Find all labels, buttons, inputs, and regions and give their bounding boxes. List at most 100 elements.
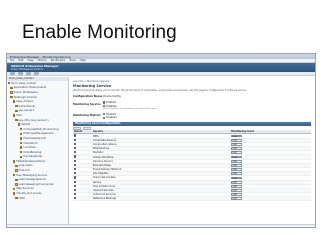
monitoring-level-select[interactable]: Low [231, 197, 243, 201]
row-checkbox[interactable] [74, 142, 77, 146]
monitoring-metrics-label: Monitoring Metrics [73, 114, 101, 118]
monitoring-level-select[interactable]: Low [231, 138, 243, 142]
monitoring-disabled-radio[interactable] [103, 105, 106, 108]
monitoring-level-panel-title: Monitoring Level Configuration [73, 122, 311, 127]
sidebar-item-label: PurchaseOrder [23, 155, 43, 159]
home-button[interactable] [34, 72, 39, 75]
app-subtitle: Fusion Middleware Control [11, 68, 43, 71]
folder-icon [20, 137, 23, 140]
refresh-button[interactable] [26, 72, 31, 75]
metrics-enabled-radio[interactable] [103, 113, 106, 116]
menu-file[interactable]: File [10, 59, 14, 62]
folder-icon [15, 105, 18, 108]
set-level-button[interactable] [83, 126, 91, 130]
monitoring-level-select[interactable]: Low [231, 184, 243, 188]
monitoring-service-label: Monitoring Service [73, 102, 101, 106]
sidebar-item-label: Web Services [16, 187, 34, 191]
row-checkbox[interactable] [74, 167, 77, 171]
row-checkbox[interactable] [74, 176, 77, 179]
row-checkbox[interactable] [74, 151, 77, 154]
sidebar-item-label: SOA [16, 113, 22, 117]
metrics-disabled-label: Disabled [106, 116, 117, 120]
monitoring-level-select[interactable]: Low [231, 180, 243, 184]
monitoring-enabled-radio[interactable] [103, 101, 106, 104]
sidebar-item-label: soa_server1 [18, 109, 35, 113]
sidebar-item-label: OrderBooking [23, 150, 42, 154]
monitoring-level-select[interactable]: Low [231, 193, 243, 197]
window-title: Enterprise Manager - Monitoring Service [10, 54, 71, 59]
sidebar-item-label: mds-owsm [18, 164, 33, 168]
row-checkbox[interactable] [74, 159, 77, 162]
config-name-value: Oracle Config [103, 95, 121, 98]
folder-icon [12, 160, 16, 163]
sidebar-item-label: Application Deployments [13, 86, 47, 90]
row-checkbox[interactable] [74, 188, 77, 192]
metrics-disabled-radio[interactable] [103, 116, 106, 119]
row-checkbox[interactable] [74, 163, 77, 166]
sidebar-item-label: Identity and Access [16, 192, 42, 196]
back-button[interactable] [10, 72, 15, 75]
folder-icon [20, 141, 23, 145]
menu-help[interactable]: Help [80, 59, 86, 62]
sidebar-item-label: usermessagingserver [18, 178, 47, 182]
row-checkbox[interactable] [74, 197, 77, 200]
config-name-field: Configuration Name Oracle Config [73, 95, 311, 98]
select-all-button[interactable] [73, 126, 81, 130]
sidebar-item-label: base_domain [16, 100, 34, 104]
monitoring-level-select[interactable]: Low [231, 143, 243, 146]
row-checkbox[interactable] [74, 138, 77, 141]
row-checkbox[interactable] [74, 180, 77, 183]
monitoring-level-select[interactable]: Low [231, 163, 243, 167]
monitoring-level-select[interactable]: Low [231, 159, 243, 163]
folder-icon [12, 114, 16, 117]
row-checkbox[interactable] [74, 184, 77, 187]
table-row[interactable]: Reference Bindings Low [73, 196, 311, 202]
menu-tools[interactable]: Tools [69, 59, 75, 62]
folder-icon [15, 178, 18, 181]
monitoring-level-select[interactable]: Low [231, 134, 243, 138]
menu-edit[interactable]: Edit [18, 59, 23, 62]
page-title: Monitoring Service [73, 84, 112, 88]
screenshot-window: Enterprise Manager - Monitoring Service … [6, 53, 316, 228]
forward-button[interactable] [18, 72, 23, 75]
monitoring-service-field: Monitoring Service Enabled Disabled [73, 101, 311, 108]
sidebar-item-label: LoanFlow [23, 146, 36, 150]
service-name: Reference Bindings [92, 196, 197, 202]
folder-icon [20, 155, 23, 158]
metrics-enabled-label: Enabled [106, 112, 116, 116]
folder-icon [20, 146, 23, 149]
monitoring-level-select[interactable]: Low [231, 189, 243, 192]
sidebar-item-label: OAM [18, 196, 25, 200]
row-checkbox[interactable] [74, 155, 77, 158]
row-checkbox[interactable] [74, 193, 77, 196]
menu-view[interactable]: View [27, 59, 33, 62]
folder-icon [12, 187, 16, 191]
monitoring-level-select[interactable]: Low [231, 151, 243, 155]
row-checkbox[interactable] [74, 147, 77, 150]
sidebar-item-label: ExpenseApproval [23, 136, 46, 140]
app-header: ORACLE Enterprise Manager Fusion Middlew… [7, 63, 315, 72]
monitoring-level-table: Select Service Monitoring Level BPEL Low C… [73, 130, 311, 202]
sidebar-item-label: usermessagingdriver-email [18, 182, 54, 186]
folder-icon [8, 82, 11, 85]
monitoring-level-select[interactable]: Low [231, 176, 243, 180]
folder-icon [12, 173, 16, 177]
sidebar-item-label: soa-infra (soa_server1) [18, 118, 49, 122]
monitoring-level-select[interactable]: Low [231, 172, 243, 176]
menu-history[interactable]: History [38, 59, 47, 62]
folder-icon [15, 118, 18, 122]
breadcrumb[interactable]: soa-infra > Monitoring Service [73, 80, 311, 83]
monitoring-level-select[interactable]: Low [231, 155, 243, 159]
monitoring-level-select[interactable]: Low [231, 168, 243, 171]
monitoring-level-select[interactable]: Low [231, 147, 243, 151]
sidebar-item-label: WebLogic Domain [13, 95, 38, 99]
row-checkbox[interactable] [74, 172, 77, 175]
row-checkbox[interactable] [74, 134, 77, 137]
folder-icon [15, 183, 18, 186]
menu-bookmarks[interactable]: Bookmarks [51, 59, 66, 62]
folder-icon [20, 151, 23, 154]
sidebar-item[interactable]: OAM [7, 196, 68, 201]
slide-title: Enable Monitoring [22, 22, 177, 43]
monitoring-hint: When enabled, the monitoring service col… [103, 107, 157, 110]
page-description: Monitoring Service allows you to monitor… [73, 89, 247, 92]
